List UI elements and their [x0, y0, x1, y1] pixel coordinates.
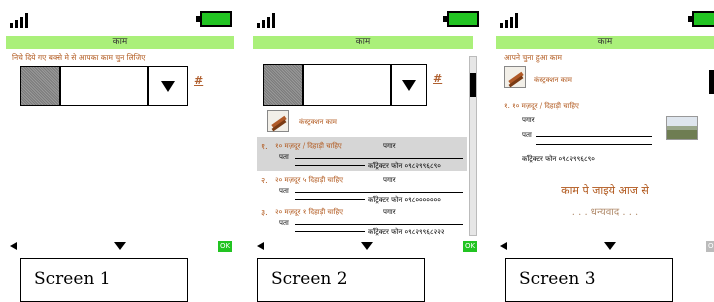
address-line — [295, 192, 463, 193]
battery-icon — [196, 11, 232, 27]
hash-key[interactable]: # — [433, 72, 442, 85]
thanks-text: . . . धन्यवाद . . . — [571, 207, 639, 218]
job-select-field[interactable] — [60, 66, 148, 106]
scrollbar-thumb[interactable] — [470, 73, 476, 97]
instruction-text: निचे दिये गए बक्से मे से आपका काम चुन लि… — [12, 53, 146, 62]
slogan-text: काम पे जाइये आज से — [561, 184, 649, 197]
signal-icon — [500, 12, 522, 28]
listing-need: २० मज़दूर ५ दिहाड़ी चाहिए — [275, 176, 344, 184]
battery-icon — [443, 11, 479, 27]
listing-pay: पगार — [383, 142, 396, 150]
caption-screen-1: Screen 1 — [20, 258, 188, 302]
hash-key[interactable]: # — [194, 74, 203, 87]
job-contact: कॉंट्रेक्टर फोन ०९८२९९६८९० — [522, 155, 595, 163]
listing-address: पता — [279, 187, 289, 195]
softkey-bar: OK — [496, 240, 714, 252]
screen-1: काम निचे दिये गए बक्से मे से आपका काम चु… — [6, 8, 234, 252]
address-line — [295, 224, 463, 225]
screen-3: काम आपने चुना हुआ काम कंस्ट्रक्शन काम १.… — [496, 8, 714, 252]
listing-address: पता — [279, 153, 289, 161]
listing-need: २० मज़दूर १ दिहाड़ी चाहिए — [275, 208, 344, 216]
listing-pay: पगार — [383, 208, 396, 216]
job-image-placeholder — [263, 64, 303, 106]
scrollbar[interactable] — [469, 56, 477, 236]
back-arrow-icon[interactable] — [10, 242, 17, 250]
ok-button[interactable]: OK — [463, 241, 477, 252]
listing-contact: कॉंट्रेक्टर फोन ०९८२९९६८२२२ — [368, 228, 445, 236]
selected-job-label: कंस्ट्रक्शन काम — [299, 118, 337, 126]
dropdown-arrow-button[interactable] — [391, 64, 427, 106]
construction-job-icon — [267, 110, 289, 132]
screen-2: काम # कंस्ट्रक्शन काम १. १० मज़दूर / दिह… — [253, 8, 481, 252]
construction-job-icon — [504, 66, 526, 88]
listing-need: १० मज़दूर / दिहाड़ी चाहिए — [275, 142, 342, 150]
signal-icon — [10, 12, 32, 28]
scrollbar-thumb[interactable] — [709, 70, 714, 94]
chosen-job-heading: आपने चुना हुआ काम — [504, 53, 562, 62]
address-line — [295, 231, 365, 232]
softkey-bar: OK — [253, 240, 481, 252]
back-arrow-icon[interactable] — [500, 242, 507, 250]
scroll-down-icon[interactable] — [114, 242, 126, 250]
listing-pay: पगार — [383, 176, 396, 184]
caption-screen-2: Screen 2 — [257, 258, 425, 302]
dropdown-arrow-button[interactable] — [148, 66, 188, 106]
listing-address: पता — [279, 219, 289, 227]
title-bar: काम — [253, 36, 473, 49]
address-line — [295, 158, 463, 159]
listing-contact: कॉंट्रेक्टर फोन ०९८००००००० — [368, 196, 441, 204]
address-line — [295, 199, 365, 200]
battery-icon — [688, 11, 714, 27]
ok-button[interactable]: OK — [706, 241, 714, 252]
listing-number: १. — [261, 142, 268, 151]
listing-number: २. — [261, 176, 268, 185]
job-image-placeholder — [20, 66, 60, 106]
listing-number: ३. — [261, 208, 268, 217]
title-bar: काम — [6, 36, 234, 49]
address-line — [536, 136, 652, 137]
scroll-down-icon[interactable] — [361, 242, 373, 250]
address-line — [536, 144, 652, 145]
job-pay: पगार — [522, 116, 535, 124]
listing-contact: कॉंट्रेक्टर फोन ०९८२९९६८९० — [368, 162, 441, 170]
selected-job-label: कंस्ट्रक्शन काम — [534, 76, 572, 84]
job-address: पता — [522, 131, 532, 139]
address-line — [295, 165, 365, 166]
site-photo — [666, 116, 698, 140]
back-arrow-icon[interactable] — [257, 242, 264, 250]
softkey-bar: OK — [6, 240, 234, 252]
title-bar: काम — [496, 36, 714, 49]
job-need: १. १० मज़दूर / दिहाड़ी चाहिए — [504, 102, 579, 110]
signal-icon — [257, 12, 279, 28]
scroll-down-icon[interactable] — [604, 242, 616, 250]
ok-button[interactable]: OK — [218, 241, 232, 252]
job-select-field[interactable] — [303, 64, 391, 106]
caption-screen-3: Screen 3 — [505, 258, 673, 302]
